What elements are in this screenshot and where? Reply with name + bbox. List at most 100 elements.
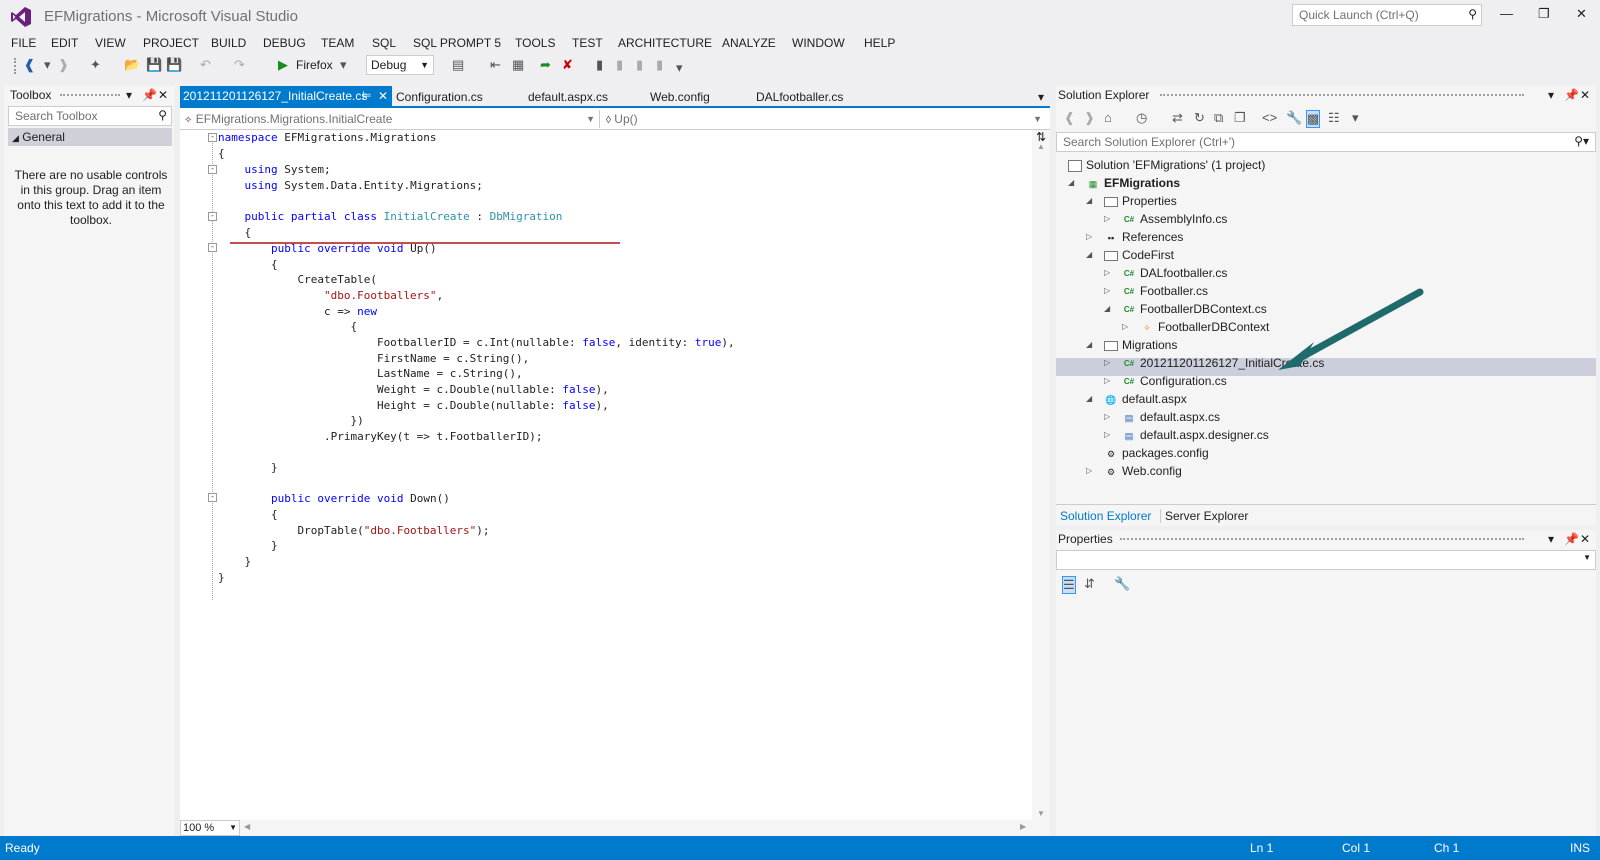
next-bookmark-icon[interactable]: ▮ [636,57,643,73]
close-icon[interactable]: ✕ [1580,530,1590,548]
preview-selected-icon[interactable]: ▩ [1306,110,1321,128]
zoom-select[interactable]: 100 % ▼ [180,820,240,836]
panel-grip[interactable] [60,94,120,98]
bookmark-next-icon[interactable]: ➦ [540,57,551,73]
menu-test[interactable]: TEST [572,32,603,54]
menu-debug[interactable]: DEBUG [263,32,306,54]
collapsed-arrow-icon[interactable]: ▷ [1086,462,1092,480]
scroll-right-icon[interactable]: ▶ [1020,822,1026,831]
properties-wrench-icon[interactable]: 🔧 [1286,110,1302,126]
pin-icon[interactable]: 📌 [1564,86,1579,104]
tree-item-web-config[interactable]: ▷ ⚙ Web.config [1086,462,1182,480]
forward-icon[interactable]: ❱ [58,57,69,73]
code-area[interactable]: - - - - - namespace EFMigrations.Migrati… [180,130,1032,820]
browser-target-label[interactable]: Firefox [296,57,333,73]
tab-solution-explorer[interactable]: Solution Explorer [1060,509,1151,523]
collapsed-arrow-icon[interactable]: ▷ [1104,354,1110,372]
step-into-icon[interactable]: ⇤ [490,57,501,73]
expanded-arrow-icon[interactable]: ◢ [1086,192,1092,210]
tab-configuration[interactable]: Configuration.cs [396,88,483,106]
quick-launch-input[interactable]: Quick Launch (Ctrl+Q) ⚲ [1292,4,1482,26]
class-diagram-icon[interactable]: ☷ [1328,110,1340,126]
outline-collapse-icon[interactable]: - [208,243,217,252]
find-in-files-icon[interactable]: ▤ [452,57,464,73]
outline-collapse-icon[interactable]: - [208,493,217,502]
step-over-icon[interactable]: ▦ [512,57,524,73]
menu-sql[interactable]: SQL [372,32,396,54]
show-all-files-icon[interactable]: ❐ [1234,110,1246,126]
prev-bookmark-icon[interactable]: ▮ [616,57,623,73]
tree-item-footballer[interactable]: ▷ C# Footballer.cs [1104,282,1208,300]
panel-menu-icon[interactable]: ▾ [1548,530,1554,548]
expanded-arrow-icon[interactable]: ◢ [1086,336,1092,354]
tabs-overflow-icon[interactable]: ▾ [1038,88,1044,106]
expanded-arrow-icon[interactable]: ◢ [1086,390,1092,408]
back-icon[interactable]: ❰ [1064,110,1075,126]
collapsed-arrow-icon[interactable]: ▷ [1104,282,1110,300]
sync-icon[interactable]: ⇄ [1172,110,1183,126]
bookmark-icon[interactable]: ▮ [596,57,603,73]
object-selector[interactable]: ▼ [1056,550,1596,570]
collapse-all-icon[interactable]: ⧉ [1214,110,1223,126]
tree-item-packages-config[interactable]: ⚙ packages.config [1104,444,1209,462]
menu-view[interactable]: VIEW [95,32,126,54]
tree-item-references[interactable]: ▷ ▪▪ References [1086,228,1183,246]
redo-icon[interactable]: ↷ [234,57,245,73]
pin-icon[interactable]: ⊨ [362,86,372,106]
scroll-down-icon[interactable]: ▼ [1037,809,1045,818]
tree-item-properties[interactable]: ◢ Properties [1086,192,1177,210]
toolbox-search-input[interactable]: Search Toolbox ⚲ [8,106,172,126]
view-code-icon[interactable]: <> [1262,110,1277,126]
menu-architecture[interactable]: ARCHITECTURE [618,32,712,54]
menu-help[interactable]: HELP [864,32,895,54]
tree-item-assemblyinfo[interactable]: ▷ C# AssemblyInfo.cs [1104,210,1227,228]
close-tab-icon[interactable]: ✕ [378,86,388,106]
outline-collapse-icon[interactable]: - [208,212,217,221]
tree-item-solution[interactable]: Solution 'EFMigrations' (1 project) [1068,156,1265,174]
alphabetical-icon[interactable]: ⇵ [1084,576,1095,592]
member-selector[interactable]: ◊ Up() ▼ [604,110,1046,128]
collapsed-arrow-icon[interactable]: ▷ [1122,318,1128,336]
undo-icon[interactable]: ↶ [200,57,211,73]
collapsed-arrow-icon[interactable]: ▷ [1104,210,1110,228]
menu-edit[interactable]: EDIT [51,32,78,54]
vertical-scrollbar[interactable]: ⇅ ▲ ▼ [1032,130,1050,820]
collapsed-arrow-icon[interactable]: ▷ [1086,228,1092,246]
panel-menu-icon[interactable]: ▾ [126,86,132,104]
collapsed-arrow-icon[interactable]: ▷ [1104,426,1110,444]
menu-analyze[interactable]: ANALYZE [722,32,776,54]
refresh-icon[interactable]: ↻ [1194,110,1205,126]
menu-sql-prompt[interactable]: SQL PROMPT 5 [413,32,501,54]
property-pages-icon[interactable]: 🔧 [1114,576,1130,592]
close-icon[interactable]: ✕ [1580,86,1590,104]
toolbar-overflow-icon[interactable]: ▾ [676,60,683,76]
tree-item-default-aspx[interactable]: ◢ 🌐 default.aspx [1086,390,1187,408]
bookmark-clear-icon[interactable]: ✘ [562,57,573,73]
toolbox-group-general[interactable]: ◢ General [8,128,172,146]
configuration-select[interactable]: Debug ▼ [366,55,434,75]
expanded-arrow-icon[interactable]: ◢ [1068,174,1074,192]
dropdown-icon[interactable]: ▾ [1352,110,1359,126]
dropdown-icon[interactable]: ▾ [44,57,51,73]
panel-menu-icon[interactable]: ▾ [1548,86,1554,104]
scroll-left-icon[interactable]: ◀ [244,822,250,831]
outline-collapse-icon[interactable]: - [208,133,217,142]
tree-item-migrations[interactable]: ◢ Migrations [1086,336,1177,354]
clear-bookmarks-icon[interactable]: ▮ [656,57,663,73]
menu-build[interactable]: BUILD [211,32,246,54]
panel-grip[interactable] [1160,94,1524,98]
scroll-up-icon[interactable]: ▲ [1037,142,1045,151]
tree-item-default-aspx-cs[interactable]: ▷ ▤ default.aspx.cs [1104,408,1220,426]
menu-project[interactable]: PROJECT [143,32,199,54]
outline-collapse-icon[interactable]: - [208,165,217,174]
expanded-arrow-icon[interactable]: ◢ [1104,300,1110,318]
tree-item-configuration[interactable]: ▷ C# Configuration.cs [1104,372,1227,390]
save-icon[interactable]: 💾 [146,57,162,73]
minimize-button[interactable]: — [1500,6,1513,21]
expanded-arrow-icon[interactable]: ◢ [1086,246,1092,264]
collapsed-arrow-icon[interactable]: ▷ [1104,372,1110,390]
menu-team[interactable]: TEAM [321,32,354,54]
horizontal-scrollbar[interactable]: 100 % ▼ ◀ ▶ [180,820,1050,836]
tab-default-aspx-cs[interactable]: default.aspx.cs [528,88,608,106]
toolbar-grip[interactable] [14,58,18,74]
